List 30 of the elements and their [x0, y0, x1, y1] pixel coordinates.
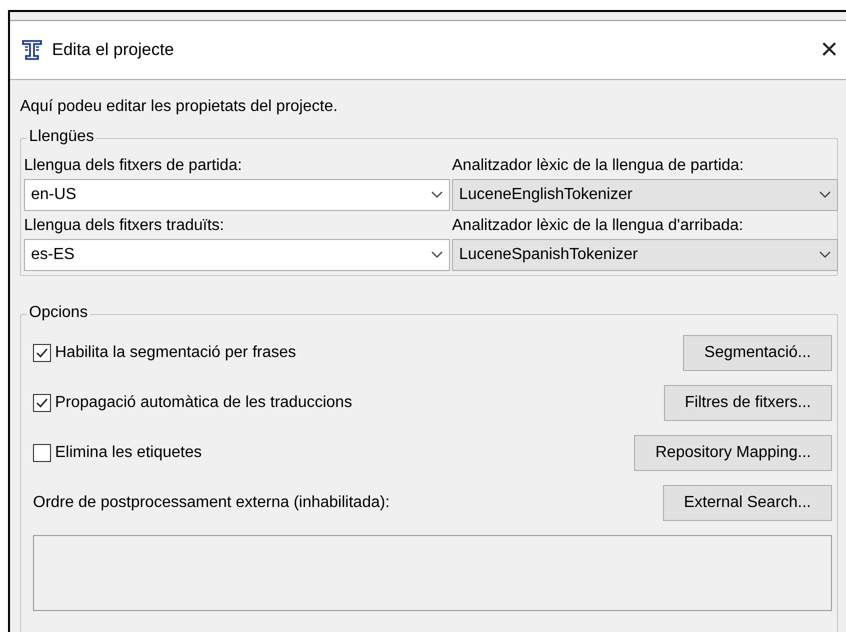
dropdown[interactable]: en-US — [24, 179, 450, 211]
caret-icon — [819, 251, 831, 259]
field-label: Llengua dels fitxers de partida: — [24, 156, 243, 176]
checkbox[interactable] — [33, 394, 51, 412]
close-button[interactable]: × — [820, 35, 838, 65]
intro-text: Aquí podeu editar les propietats del projecte. — [20, 98, 339, 116]
field-label: Llengua dels fitxers traduïts: — [24, 216, 226, 236]
field-label: Analitzador lèxic de la llengua d'arribada: — [452, 216, 744, 236]
option-button[interactable]: Segmentació... — [683, 335, 832, 371]
dropdown[interactable]: LuceneEnglishTokenizer — [452, 179, 838, 211]
checkbox-label: Elimina les etiquetes — [55, 444, 202, 462]
window-title: Edita el projecte — [52, 40, 175, 60]
checkmark-icon — [35, 396, 49, 410]
caret-icon — [819, 191, 831, 199]
group-title: Llengües — [27, 128, 96, 146]
checkbox[interactable] — [33, 344, 51, 362]
checkbox-label: Habilita la segmentació per frases — [55, 344, 296, 362]
caret-icon — [431, 251, 443, 259]
field-label: Ordre de postprocessament externa (inhabilitada): — [33, 494, 390, 512]
option-button[interactable]: Filtres de fitxers... — [664, 385, 832, 421]
group-title: Opcions — [27, 304, 90, 322]
field-label: Analitzador lèxic de la llengua de partida: — [452, 156, 745, 176]
checkmark-icon — [35, 346, 49, 360]
option-button[interactable]: Repository Mapping... — [634, 435, 832, 471]
checkbox-label: Propagació automàtica de les traduccions — [55, 394, 352, 412]
checkbox[interactable] — [33, 444, 51, 462]
caret-icon — [431, 191, 443, 199]
app-icon — [20, 38, 44, 62]
dropdown[interactable]: es-ES — [24, 239, 450, 271]
dropdown[interactable]: LuceneSpanishTokenizer — [452, 239, 838, 271]
